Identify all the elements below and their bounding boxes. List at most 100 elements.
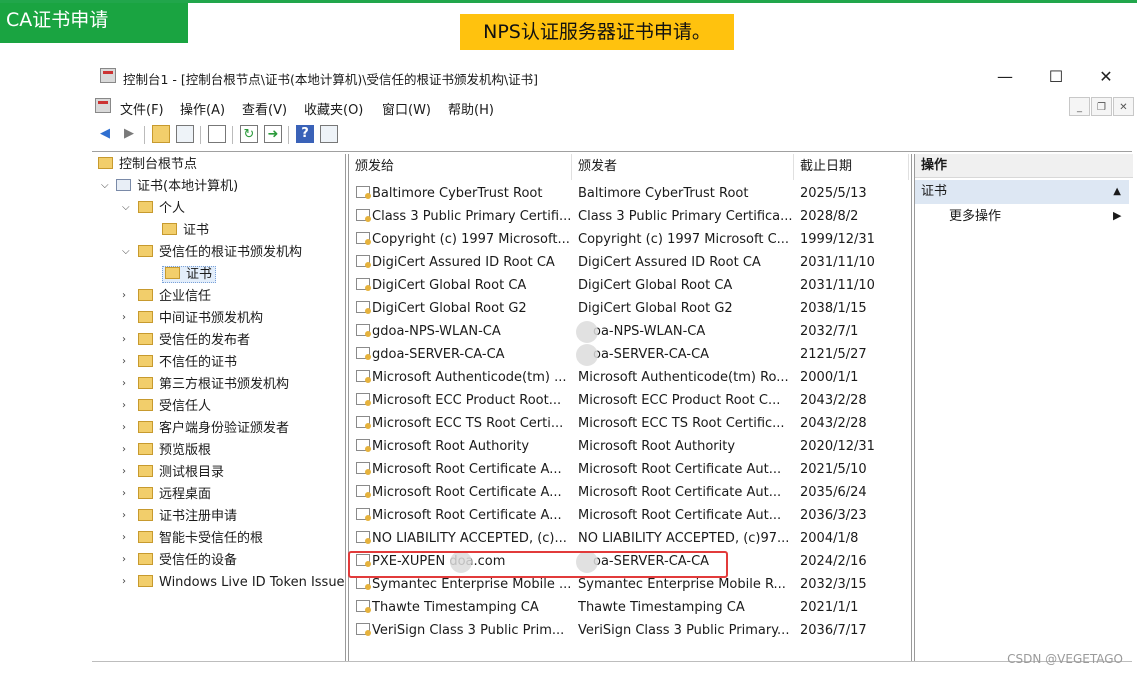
show-tree-icon[interactable]: [176, 125, 194, 143]
tree-node-enterprise-trust[interactable]: 企业信任: [138, 287, 211, 307]
watermark: CSDN @VEGETAGO: [1007, 652, 1123, 666]
folder-icon: [138, 421, 153, 433]
column-header-issued-to[interactable]: ˄ 颁发给: [349, 154, 572, 180]
table-row[interactable]: Microsoft Root Authority Microsoft Root A…: [349, 435, 911, 458]
tree-node-trusted-devices[interactable]: 受信任的设备: [138, 551, 237, 571]
table-row[interactable]: Copyright (c) 1997 Microsoft... Copyright…: [349, 228, 911, 251]
tree-node-test-root[interactable]: 测试根目录: [138, 463, 224, 483]
tree-node-personal-certs[interactable]: 证书: [162, 221, 209, 241]
table-row[interactable]: gdoa-NPS-WLAN-CA oa-NPS-WLAN-CA 2032/7/1: [349, 320, 911, 343]
tree-node-trusted-root[interactable]: 受信任的根证书颁发机构: [138, 243, 302, 263]
tree-node-label: 受信任人: [159, 399, 212, 414]
minimize-button[interactable]: —: [990, 66, 1020, 88]
tree-node-third-party-root[interactable]: 第三方根证书颁发机构: [138, 375, 289, 395]
folder-icon: [165, 267, 180, 279]
table-row[interactable]: Microsoft Authenticode(tm) ... Microsoft …: [349, 366, 911, 389]
tree-node-trusted-publishers[interactable]: 受信任的发布者: [138, 331, 250, 351]
console-app-icon: [100, 68, 116, 83]
mdi-restore-button[interactable]: ❐: [1091, 97, 1112, 116]
folder-icon: [138, 575, 153, 587]
forward-arrow-icon[interactable]: ▶: [120, 125, 138, 143]
table-row[interactable]: Microsoft Root Certificate A... Microsoft…: [349, 504, 911, 527]
table-row[interactable]: Class 3 Public Primary Certifi... Class 3…: [349, 205, 911, 228]
folder-icon: [138, 553, 153, 565]
table-row[interactable]: VeriSign Class 3 Public Prim... VeriSign …: [349, 619, 911, 642]
tree-node-personal[interactable]: 个人: [138, 199, 185, 219]
show-action-pane-icon[interactable]: [320, 125, 338, 143]
table-row[interactable]: Microsoft ECC Product Root... Microsoft E…: [349, 389, 911, 412]
table-row[interactable]: DigiCert Assured ID Root CA DigiCert Assu…: [349, 251, 911, 274]
chevron-right-icon[interactable]: ›: [122, 466, 126, 477]
issued-to-cell: Thawte Timestamping CA: [372, 600, 539, 615]
issued-to-cell: Microsoft Root Certificate A...: [372, 508, 562, 523]
table-row[interactable]: DigiCert Global Root G2 DigiCert Global R…: [349, 297, 911, 320]
chevron-right-icon[interactable]: ›: [122, 576, 126, 587]
chevron-right-icon[interactable]: ›: [122, 400, 126, 411]
mdi-close-button[interactable]: ✕: [1113, 97, 1134, 116]
console-menu-icon[interactable]: [95, 98, 111, 113]
tree-node-local-computer[interactable]: 证书(本地计算机): [116, 177, 238, 197]
tree-node-trusted-root-certs[interactable]: 证书: [162, 265, 217, 285]
tree-node-smartcard-roots[interactable]: 智能卡受信任的根: [138, 529, 263, 549]
table-row[interactable]: DigiCert Global Root CA DigiCert Global R…: [349, 274, 911, 297]
table-row[interactable]: NO LIABILITY ACCEPTED, (c)... NO LIABILIT…: [349, 527, 911, 550]
tree-node-remote-desktop[interactable]: 远程桌面: [138, 485, 211, 505]
menu-view[interactable]: 查看(V): [242, 99, 287, 118]
chevron-right-icon[interactable]: ›: [122, 422, 126, 433]
tree-node-root[interactable]: 控制台根节点: [98, 155, 197, 175]
expiration-cell: 2021/5/10: [800, 462, 867, 477]
maximize-button[interactable]: ☐: [1041, 66, 1071, 88]
certificate-icon: [356, 462, 371, 475]
tree-node-untrusted-certs[interactable]: 不信任的证书: [138, 353, 237, 373]
tree-node-enrollment-requests[interactable]: 证书注册申请: [138, 507, 237, 527]
chevron-right-icon[interactable]: ›: [122, 334, 126, 345]
table-row[interactable]: Microsoft ECC TS Root Certi... Microsoft …: [349, 412, 911, 435]
table-row[interactable]: Baltimore CyberTrust Root Baltimore Cyber…: [349, 182, 911, 205]
menu-action[interactable]: 操作(A): [180, 99, 225, 118]
mdi-minimize-button[interactable]: _: [1069, 97, 1090, 116]
submenu-arrow-icon[interactable]: ▶: [1113, 209, 1121, 222]
table-row[interactable]: gdoa-SERVER-CA-CA oa-SERVER-CA-CA 2121/5/2…: [349, 343, 911, 366]
certificate-icon: [356, 393, 371, 406]
column-header-issued-by[interactable]: 颁发者: [572, 154, 794, 180]
table-row[interactable]: Microsoft Root Certificate A... Microsoft…: [349, 481, 911, 504]
tree-node-intermediate-ca[interactable]: 中间证书颁发机构: [138, 309, 263, 329]
chevron-right-icon[interactable]: ›: [122, 378, 126, 389]
chevron-right-icon[interactable]: ›: [122, 444, 126, 455]
tree-node-client-auth-issuers[interactable]: 客户端身份验证颁发者: [138, 419, 289, 439]
issued-by-cell: Microsoft Authenticode(tm) Ro...: [578, 370, 789, 385]
chevron-right-icon[interactable]: ›: [122, 532, 126, 543]
menu-help[interactable]: 帮助(H): [448, 99, 494, 118]
actions-section-certificates[interactable]: 证书 ▲: [915, 180, 1129, 204]
certificate-icon: [356, 531, 371, 544]
chevron-right-icon[interactable]: ›: [122, 312, 126, 323]
chevron-right-icon[interactable]: ›: [122, 290, 126, 301]
chevron-down-icon[interactable]: ⌵: [101, 180, 109, 191]
close-button[interactable]: ✕: [1091, 66, 1121, 88]
more-actions-item[interactable]: 更多操作: [949, 206, 1001, 228]
copy-icon[interactable]: [208, 125, 226, 143]
tree-node-windows-live-id[interactable]: Windows Live ID Token Issuer: [138, 573, 345, 593]
export-list-icon[interactable]: ➜: [264, 125, 282, 143]
help-icon[interactable]: ?: [296, 125, 314, 143]
up-folder-icon[interactable]: [152, 125, 170, 143]
menu-window[interactable]: 窗口(W): [382, 99, 431, 118]
menu-favorites[interactable]: 收藏夹(O): [304, 99, 363, 118]
menu-file[interactable]: 文件(F): [120, 99, 164, 118]
chevron-right-icon[interactable]: ›: [122, 356, 126, 367]
certificate-icon: [356, 324, 371, 337]
refresh-icon[interactable]: ↻: [240, 125, 258, 143]
tree-node-preview-root[interactable]: 预览版根: [138, 441, 211, 461]
back-arrow-icon[interactable]: ◀: [96, 125, 114, 143]
collapse-up-icon[interactable]: ▲: [1113, 180, 1121, 204]
tree-node-trusted-people[interactable]: 受信任人: [138, 397, 211, 417]
column-header-expiration[interactable]: 截止日期: [794, 154, 909, 180]
chevron-down-icon[interactable]: ⌵: [122, 202, 130, 213]
chevron-right-icon[interactable]: ›: [122, 554, 126, 565]
chevron-right-icon[interactable]: ›: [122, 510, 126, 521]
toolbar: ◀ ▶ ↻ ➜ ?: [92, 122, 1132, 148]
table-row[interactable]: Microsoft Root Certificate A... Microsoft…: [349, 458, 911, 481]
chevron-right-icon[interactable]: ›: [122, 488, 126, 499]
table-row[interactable]: Thawte Timestamping CA Thawte Timestampin…: [349, 596, 911, 619]
chevron-down-icon[interactable]: ⌵: [122, 246, 130, 257]
